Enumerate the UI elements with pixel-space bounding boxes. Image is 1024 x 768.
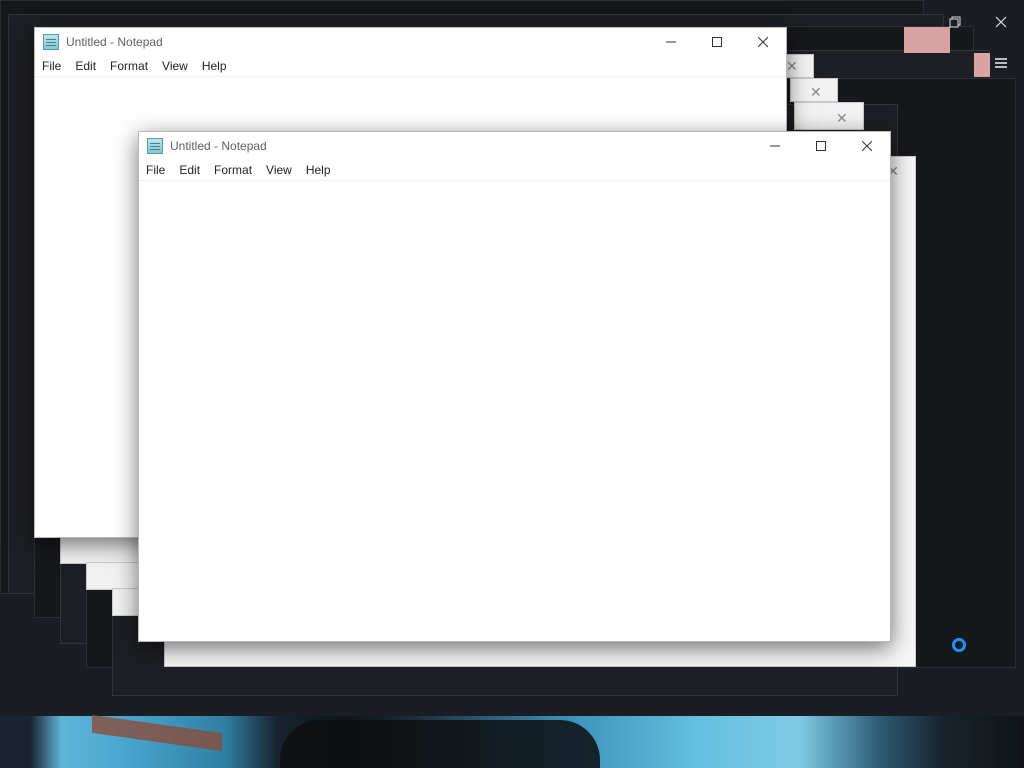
minimize-button[interactable] bbox=[752, 132, 798, 160]
window-trail bbox=[60, 536, 140, 564]
window-trail bbox=[86, 562, 142, 590]
menu-view[interactable]: View bbox=[259, 163, 299, 177]
close-icon: ✕ bbox=[786, 58, 798, 74]
window-controls bbox=[752, 132, 890, 160]
menu-help[interactable]: Help bbox=[195, 59, 234, 73]
notepad-icon bbox=[147, 138, 163, 154]
menu-view[interactable]: View bbox=[155, 59, 195, 73]
close-icon: ✕ bbox=[810, 84, 822, 100]
title-bar[interactable]: Untitled - Notepad bbox=[139, 132, 890, 160]
menu-file[interactable]: File bbox=[35, 59, 68, 73]
wallpaper-shadow bbox=[280, 720, 600, 768]
maximize-button[interactable] bbox=[694, 28, 740, 56]
notepad-icon bbox=[43, 34, 59, 50]
minimize-button[interactable] bbox=[648, 28, 694, 56]
notepad-window-front[interactable]: Untitled - Notepad File Edit Format View… bbox=[138, 131, 891, 642]
window-title: Untitled - Notepad bbox=[170, 139, 267, 153]
menu-format[interactable]: Format bbox=[103, 59, 155, 73]
window-title: Untitled - Notepad bbox=[66, 35, 163, 49]
title-bar[interactable]: Untitled - Notepad bbox=[35, 28, 786, 56]
menu-edit[interactable]: Edit bbox=[68, 59, 103, 73]
text-editor[interactable] bbox=[139, 181, 890, 641]
close-hover-tint bbox=[974, 53, 990, 77]
menu-bar: File Edit Format View Help bbox=[35, 56, 786, 77]
menu-file[interactable]: File bbox=[139, 163, 172, 177]
close-button[interactable] bbox=[844, 132, 890, 160]
busy-cursor-icon bbox=[952, 638, 966, 652]
hamburger-icon[interactable] bbox=[990, 52, 1012, 74]
close-button[interactable] bbox=[740, 28, 786, 56]
restore-icon[interactable] bbox=[940, 10, 970, 34]
menu-edit[interactable]: Edit bbox=[172, 163, 207, 177]
close-icon: ✕ bbox=[836, 110, 848, 126]
menu-format[interactable]: Format bbox=[207, 163, 259, 177]
maximize-button[interactable] bbox=[798, 132, 844, 160]
window-trail bbox=[794, 102, 864, 130]
window-controls bbox=[648, 28, 786, 56]
close-icon[interactable] bbox=[986, 10, 1016, 34]
menu-bar: File Edit Format View Help bbox=[139, 160, 890, 181]
menu-help[interactable]: Help bbox=[299, 163, 338, 177]
